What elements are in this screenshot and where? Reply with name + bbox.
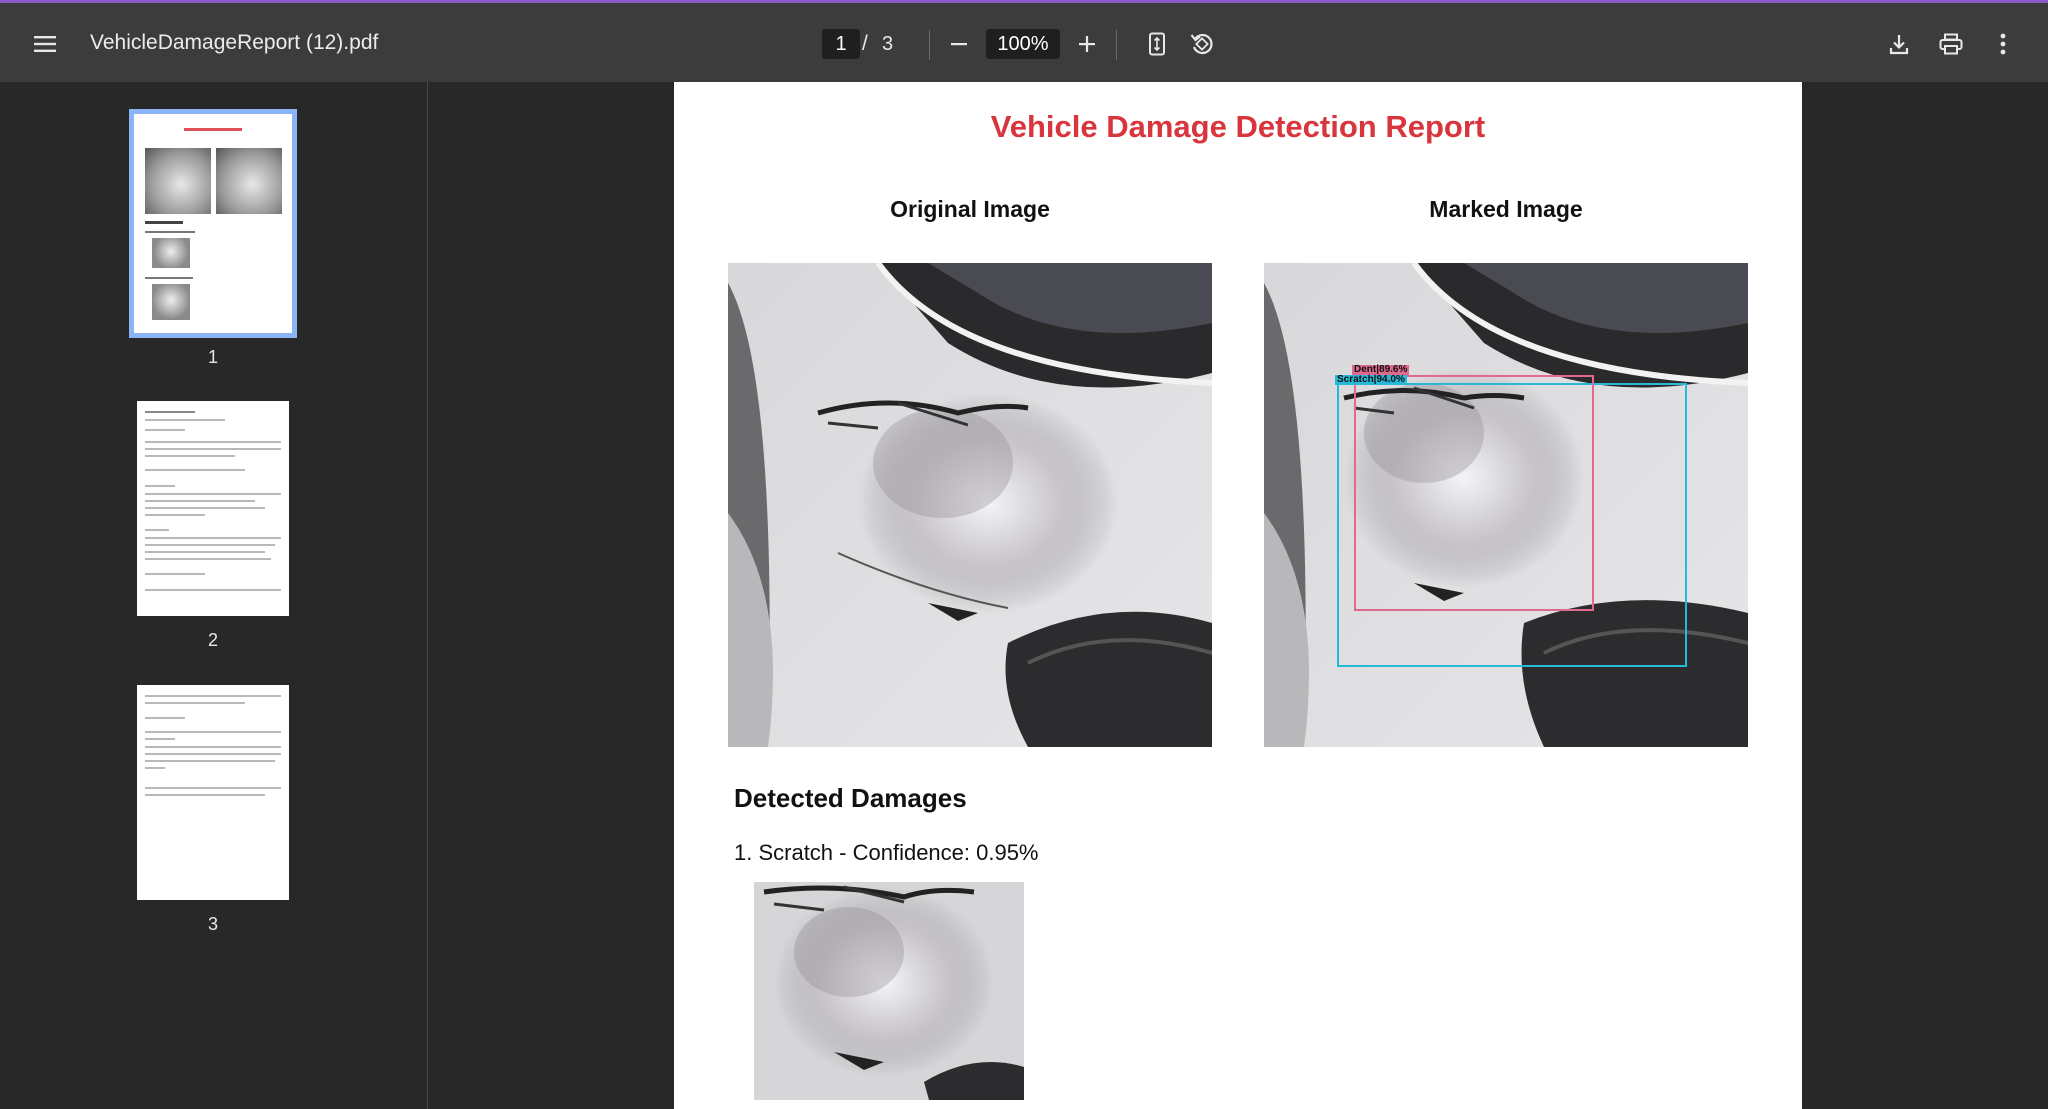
- toolbar-divider: [929, 30, 930, 60]
- thumb-text: [145, 485, 175, 487]
- thumb-text: [145, 760, 275, 762]
- thumb-text: [145, 753, 281, 755]
- thumb-text: [145, 507, 265, 509]
- pdf-toolbar: VehicleDamageReport (12).pdf 1 / 3 100%: [0, 3, 2048, 82]
- thumb-text: [145, 469, 245, 471]
- dent-detection-box: [1354, 375, 1594, 611]
- thumb-text: [145, 794, 265, 796]
- thumb-text: [145, 544, 275, 546]
- thumb-text: [145, 702, 245, 704]
- zoom-in-icon[interactable]: [1070, 27, 1104, 61]
- thumb-text: [145, 731, 281, 733]
- zoom-out-icon[interactable]: [942, 27, 976, 61]
- report-title: Vehicle Damage Detection Report: [990, 109, 1486, 144]
- thumb-heading: [145, 221, 183, 224]
- original-image: [728, 263, 1212, 747]
- thumbnail-number: 1: [207, 347, 218, 367]
- thumb-text: [145, 500, 255, 502]
- thumb-photo: [152, 284, 190, 320]
- thumb-text: [145, 411, 195, 413]
- page-thumbnail-3[interactable]: [137, 685, 289, 900]
- thumb-text: [145, 441, 281, 443]
- thumb-text: [145, 717, 185, 719]
- marked-image: Dent|89.6% Scratch|94.0%: [1264, 263, 1748, 747]
- thumb-text: [145, 746, 281, 748]
- fit-to-page-icon[interactable]: [1140, 27, 1174, 61]
- damage-crop-image: [754, 882, 1024, 1100]
- thumb-text: [145, 231, 195, 233]
- thumb-text: [145, 558, 271, 560]
- thumb-photo: [145, 148, 211, 214]
- thumbnail-number: 3: [207, 914, 218, 934]
- thumb-text: [145, 573, 205, 575]
- thumb-text: [145, 529, 169, 531]
- document-title: VehicleDamageReport (12).pdf: [90, 31, 379, 54]
- thumb-text: [145, 787, 281, 789]
- thumb-photo: [216, 148, 282, 214]
- pdf-page: Vehicle Damage Detection Report Original…: [674, 82, 1802, 1109]
- toolbar-divider: [1116, 30, 1117, 60]
- thumb-text: [145, 589, 281, 591]
- thumb-text: [145, 767, 165, 769]
- original-image-heading: Original Image: [890, 196, 1050, 222]
- thumb-text: [145, 455, 235, 457]
- thumb-text: [145, 448, 281, 450]
- thumb-text: [145, 551, 265, 553]
- total-pages: 3: [882, 33, 894, 55]
- zoom-level-input[interactable]: 100%: [986, 29, 1060, 59]
- thumb-photo: [152, 238, 190, 268]
- thumb-text: [145, 537, 281, 539]
- page-separator: /: [862, 32, 868, 55]
- thumb-text: [145, 277, 193, 279]
- marked-image-heading: Marked Image: [1429, 196, 1583, 222]
- thumb-text: [145, 514, 205, 516]
- thumb-text: [145, 419, 225, 421]
- page-thumbnail-1[interactable]: [129, 109, 297, 338]
- thumbnail-sidebar: 1 2 3: [0, 82, 428, 1109]
- page-thumbnail-2[interactable]: [137, 401, 289, 616]
- menu-icon[interactable]: [28, 27, 62, 61]
- thumb-text: [145, 738, 175, 740]
- rotate-icon[interactable]: [1185, 27, 1219, 61]
- download-icon[interactable]: [1882, 27, 1916, 61]
- print-icon[interactable]: [1934, 27, 1968, 61]
- document-viewer[interactable]: Vehicle Damage Detection Report Original…: [428, 82, 2048, 1109]
- damage-item: 1. Scratch - Confidence: 0.95%: [734, 840, 1039, 865]
- thumb-title: [184, 128, 242, 131]
- detected-damages-heading: Detected Damages: [734, 783, 967, 813]
- thumbnail-number: 2: [207, 630, 218, 650]
- thumb-text: [145, 493, 281, 495]
- page-number-input[interactable]: 1: [822, 29, 860, 59]
- more-options-icon[interactable]: [1986, 27, 2020, 61]
- scratch-detection-label: Scratch|94.0%: [1335, 374, 1407, 385]
- thumb-text: [145, 695, 281, 697]
- thumb-text: [145, 429, 185, 431]
